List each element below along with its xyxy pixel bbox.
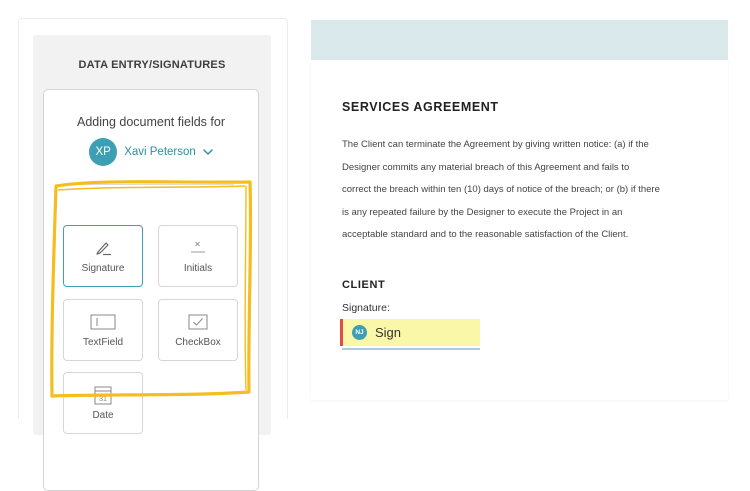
initials-field-button[interactable]: Initials [158, 225, 238, 287]
signer-selector[interactable]: XP Xavi Peterson [44, 138, 258, 166]
signature-field-button[interactable]: Signature [63, 225, 143, 287]
document-paragraph: The Client can terminate the Agreement b… [342, 134, 714, 247]
textfield-field-button[interactable]: TextField [63, 299, 143, 361]
initials-icon [187, 238, 209, 258]
divider [66, 184, 234, 185]
sign-field-label: Sign [375, 325, 402, 340]
paragraph-line: The Client can terminate the Agreement b… [342, 139, 649, 150]
sign-field-avatar: NJ [352, 325, 367, 340]
sign-field-underline [342, 348, 480, 350]
tile-label: Signature [81, 263, 125, 274]
signer-name: Xavi Peterson [124, 146, 196, 158]
tile-label: CheckBox [175, 337, 221, 348]
pen-icon [92, 238, 114, 258]
tile-label: TextField [82, 337, 123, 348]
paragraph-line: correct the breach within ten (10) days … [342, 184, 660, 195]
data-entry-panel: DATA ENTRY/SIGNATURES Adding document fi… [33, 35, 271, 491]
document-title: SERVICES AGREEMENT [342, 100, 499, 114]
signer-avatar: XP [89, 138, 118, 166]
tile-label: Date [92, 410, 114, 421]
sign-field[interactable]: NJ Sign [340, 319, 480, 346]
left-card: DATA ENTRY/SIGNATURES Adding document fi… [18, 18, 288, 491]
signature-label: Signature: [342, 302, 390, 314]
adding-fields-text: Adding document fields for [76, 115, 225, 129]
textfield-icon [90, 312, 116, 332]
paragraph-line: Designer commits any material breach of … [342, 161, 630, 173]
tile-label: Initials [183, 263, 213, 274]
chevron-down-icon [203, 149, 213, 155]
calendar-icon: 31 [94, 385, 112, 405]
paragraph-line: acceptable standard and to the reasonabl… [342, 229, 629, 240]
checkbox-field-button[interactable]: CheckBox [158, 299, 238, 361]
paragraph-line: is any repeated failure by the Designer … [342, 206, 623, 218]
panel-title: DATA ENTRY/SIGNATURES [78, 59, 226, 71]
date-field-button[interactable]: 31 Date [63, 372, 143, 434]
checkbox-icon [188, 312, 208, 332]
fields-box: Adding document fields for XP Xavi Peter… [43, 89, 259, 491]
document-header-bar [311, 20, 728, 60]
client-heading: CLIENT [342, 279, 386, 291]
